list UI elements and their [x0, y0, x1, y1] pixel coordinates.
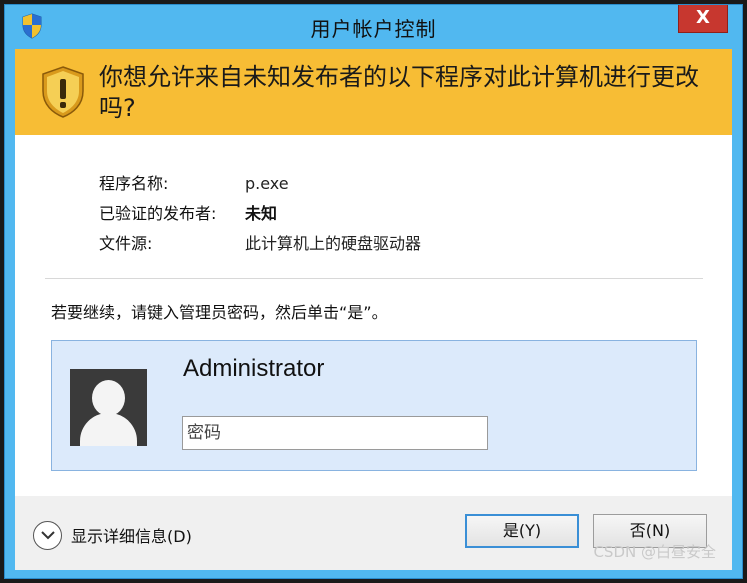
avatar: [70, 369, 147, 446]
username: Administrator: [183, 355, 325, 382]
show-details-label: 显示详细信息(D): [71, 527, 192, 546]
show-details-toggle[interactable]: 显示详细信息(D): [33, 520, 192, 550]
uac-dialog: 用户帐户控制 X 你想允许来自未知发布者的以下程序对此计算机进行更改吗? 程序名…: [4, 4, 743, 579]
yes-button[interactable]: 是(Y): [465, 514, 579, 548]
password-input[interactable]: [182, 416, 488, 450]
warning-message: 你想允许来自未知发布者的以下程序对此计算机进行更改吗?: [99, 63, 699, 122]
title-bar: 用户帐户控制 X: [5, 5, 742, 47]
publisher-value: 未知: [245, 204, 278, 223]
program-name-label: 程序名称:: [99, 174, 169, 193]
separator: [45, 278, 703, 279]
warning-shield-icon: [42, 66, 84, 118]
watermark: CSDN @白昼安全: [593, 543, 716, 561]
program-name-value: p.exe: [245, 174, 289, 193]
window-title: 用户帐户控制: [310, 17, 437, 41]
dialog-content: 你想允许来自未知发布者的以下程序对此计算机进行更改吗? 程序名称: p.exe …: [15, 49, 732, 570]
chevron-down-icon[interactable]: [33, 520, 62, 550]
warning-banner: 你想允许来自未知发布者的以下程序对此计算机进行更改吗?: [15, 49, 732, 135]
dialog-footer: 显示详细信息(D) 是(Y) 否(N) CSDN @白昼安全: [15, 496, 732, 570]
user-body-icon: [80, 413, 137, 446]
user-head-icon: [92, 380, 125, 416]
publisher-label: 已验证的发布者:: [99, 204, 217, 223]
file-source-value: 此计算机上的硬盘驱动器: [245, 234, 422, 253]
credential-panel[interactable]: Administrator: [51, 340, 697, 471]
instruction-text: 若要继续，请键入管理员密码，然后单击“是”。: [51, 303, 388, 322]
file-source-label: 文件源:: [99, 234, 153, 253]
close-button[interactable]: X: [678, 5, 728, 33]
